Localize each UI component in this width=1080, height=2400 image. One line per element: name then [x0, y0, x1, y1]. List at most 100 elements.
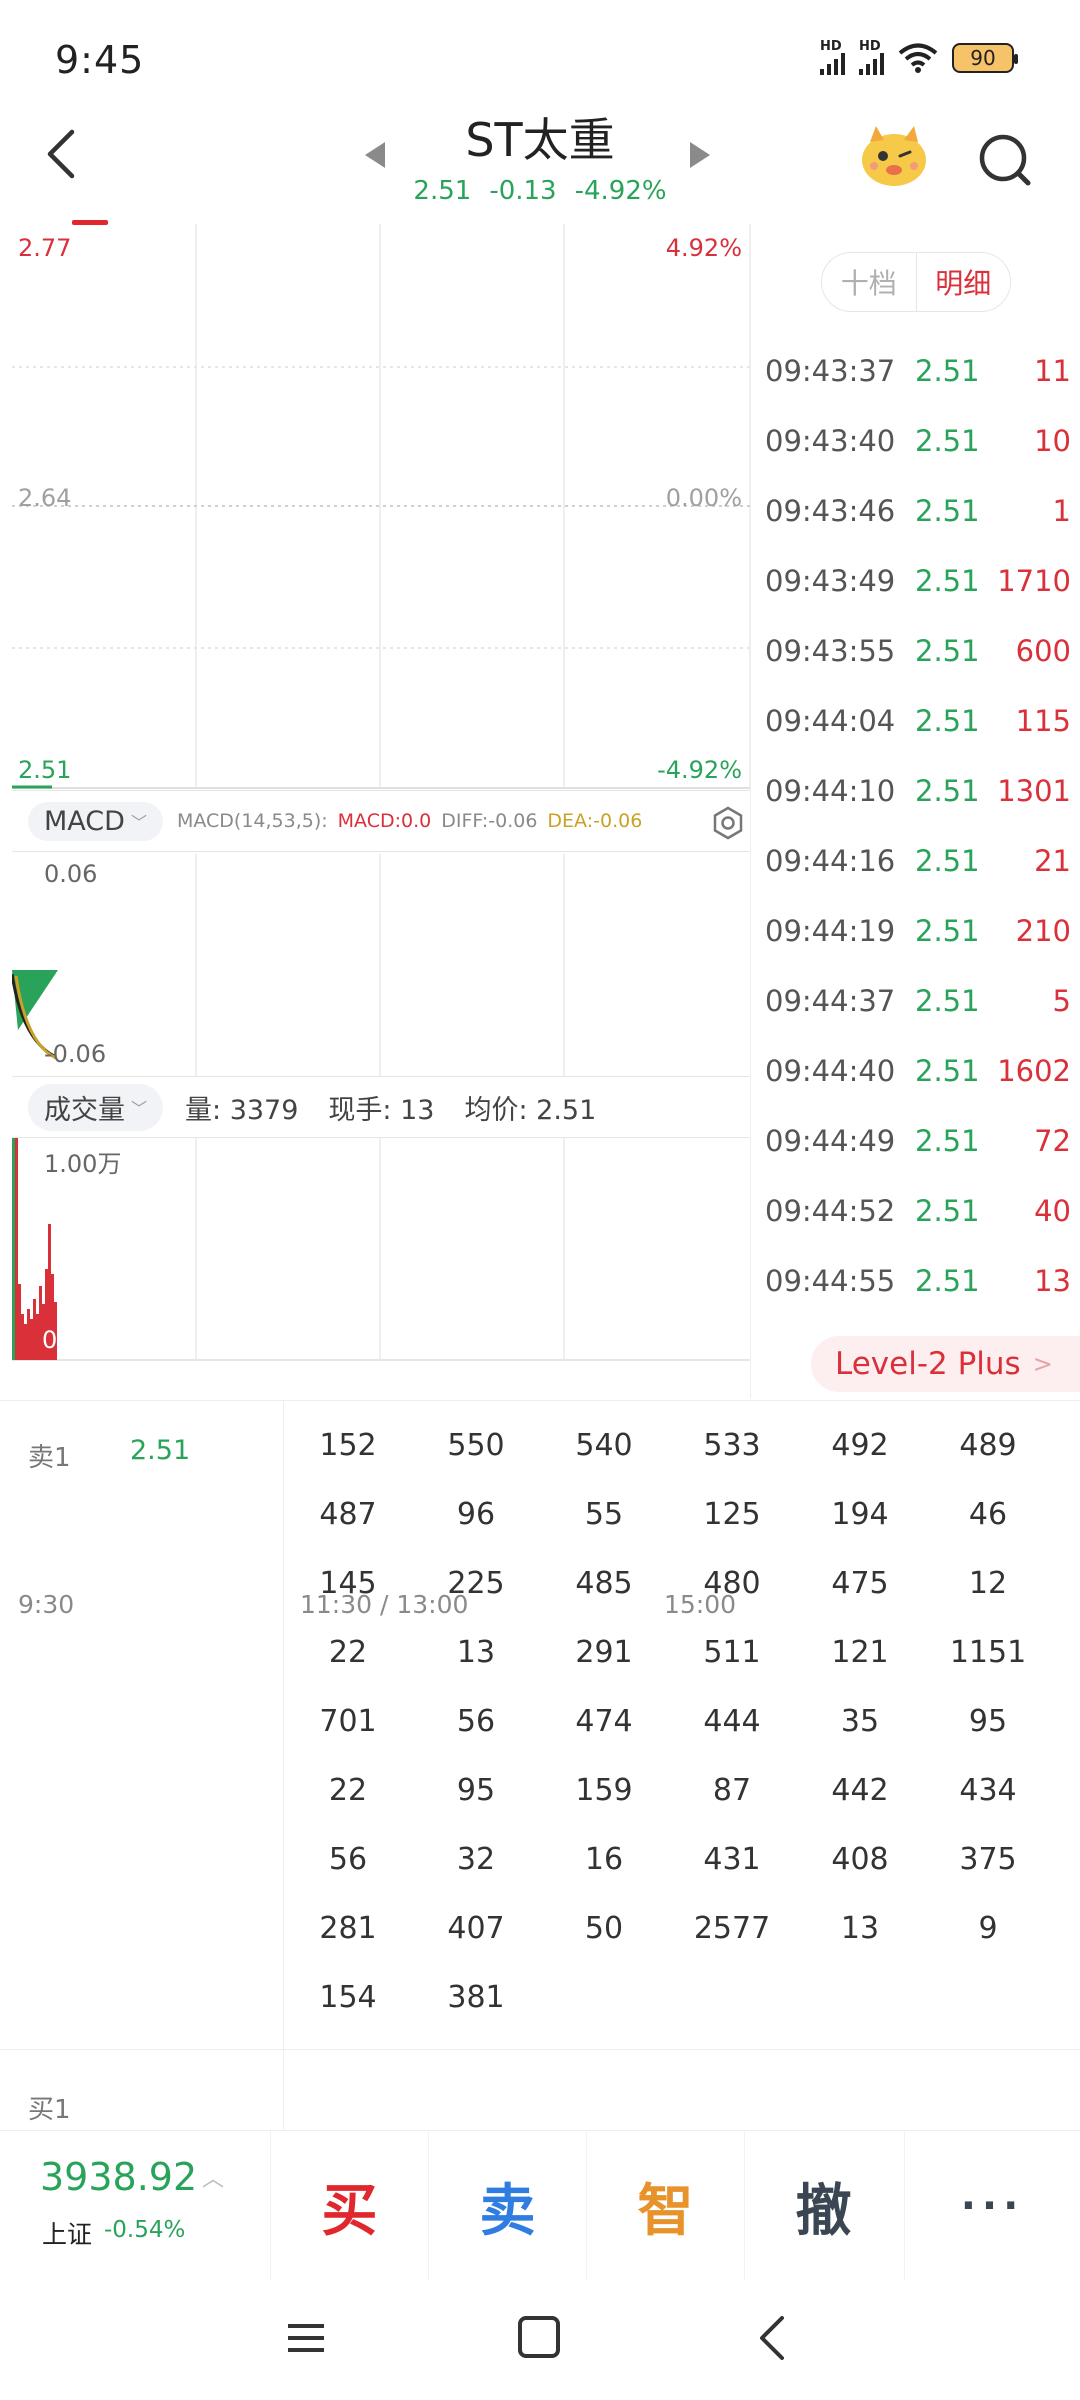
tick-row: 09:44:40 2.51 1602	[765, 1046, 1071, 1096]
queue-row: 22 13 291 511 121 1151	[284, 1618, 1080, 1687]
tick-vol: 40	[1034, 1194, 1071, 1228]
sell-button[interactable]: 卖	[428, 2131, 586, 2281]
queue-order: 152	[319, 1428, 377, 1463]
settings-icon[interactable]	[710, 805, 746, 841]
tick-vol: 1	[1052, 494, 1071, 528]
queue-order: 159	[575, 1773, 633, 1808]
buy1-label: 买1	[28, 2095, 71, 2125]
queue-row: 145 225 485 480 475 12	[284, 1549, 1080, 1618]
battery-icon: 90	[952, 42, 1018, 73]
queue-order: 194	[831, 1497, 889, 1532]
diff-value: DIFF:-0.06	[441, 810, 538, 832]
tick-time: 09:44:52	[765, 1194, 896, 1228]
tick-row: 09:43:46 2.51 1	[765, 486, 1071, 536]
tick-vol: 13	[1034, 1264, 1071, 1298]
queue-order: 474	[575, 1704, 633, 1739]
tick-vol: 1710	[997, 564, 1071, 598]
queue-order: 487	[319, 1497, 377, 1532]
queue-order: 442	[831, 1773, 889, 1808]
tick-vol: 10	[1034, 424, 1071, 458]
queue-order: 1151	[949, 1635, 1027, 1670]
macd-selector[interactable]: MACD ﹀	[28, 801, 163, 841]
queue-order: 408	[831, 1842, 889, 1877]
queue-order: 22	[328, 1635, 368, 1670]
cancel-order-button[interactable]: 撤	[744, 2131, 902, 2281]
queue-order: 96	[456, 1497, 496, 1532]
queue-order: 95	[456, 1773, 496, 1808]
quote-line: 2.51 -0.13 -4.92%	[350, 176, 730, 206]
buy-button[interactable]: 买	[270, 2131, 428, 2281]
queue-order: 281	[319, 1911, 377, 1946]
queue-row: 22 95 159 87 442 434	[284, 1756, 1080, 1825]
macd-value: MACD:0.0	[337, 810, 432, 832]
queue-row: 56 32 16 431 408 375	[284, 1825, 1080, 1894]
macd-toolbar: MACD ﹀ MACD(14,53,5): MACD:0.0 DIFF:-0.0…	[12, 790, 750, 852]
tab-ten-levels[interactable]: 十档	[822, 253, 917, 311]
next-stock-icon[interactable]	[690, 142, 710, 168]
queue-order: 55	[584, 1497, 624, 1532]
tick-time: 09:44:40	[765, 1054, 896, 1088]
more-button[interactable]: ···	[904, 2131, 1080, 2281]
tick-row: 09:44:52 2.51 40	[765, 1186, 1071, 1236]
volume-amount: 量: 3379	[185, 1094, 299, 1126]
smart-button[interactable]: 智	[586, 2131, 744, 2281]
stock-title-block: ST太重 2.51 -0.13 -4.92%	[350, 104, 730, 206]
status-icons: HD HD 90	[820, 40, 1018, 75]
sell1-price: 2.51	[130, 1435, 191, 1466]
tick-price: 2.51	[915, 424, 980, 458]
tick-price: 2.51	[915, 914, 980, 948]
queue-order: 95	[968, 1704, 1008, 1739]
tick-time: 09:43:49	[765, 564, 896, 598]
tick-row: 09:44:10 2.51 1301	[765, 766, 1071, 816]
level2-plus-button[interactable]: Level-2 Plus >	[811, 1336, 1080, 1392]
queue-grid: 152 550 540 533 492 489 487 96 55 125 194 46 145 225 4…	[284, 1411, 1080, 2032]
queue-order: 475	[831, 1566, 889, 1601]
tick-vol: 115	[1015, 704, 1071, 738]
queue-order: 50	[584, 1911, 624, 1946]
status-bar: 9:45 HD HD 90	[0, 0, 1080, 100]
tick-price: 2.51	[915, 634, 980, 668]
home-icon[interactable]	[518, 2316, 560, 2358]
level2-label: Level-2 Plus	[835, 1346, 1021, 1382]
tick-price: 2.51	[915, 1194, 980, 1228]
queue-order: 154	[319, 1980, 377, 2015]
queue-order: 56	[456, 1704, 496, 1739]
tab-detail[interactable]: 明细	[916, 253, 1010, 311]
volume-info: 量: 3379 现手: 13 均价: 2.51	[185, 1088, 596, 1127]
queue-order: 485	[575, 1566, 633, 1601]
tick-vol: 210	[1015, 914, 1071, 948]
volume-avg-price: 均价: 2.51	[464, 1094, 597, 1126]
queue-order: 12	[968, 1566, 1008, 1601]
search-icon[interactable]	[975, 130, 1035, 190]
queue-order: 381	[447, 1980, 505, 2015]
tick-price: 2.51	[915, 774, 980, 808]
tick-price: 2.51	[915, 1054, 980, 1088]
tick-row: 09:44:37 2.51 5	[765, 976, 1071, 1026]
queue-order: 291	[575, 1635, 633, 1670]
mascot-icon[interactable]	[858, 122, 930, 188]
volume-selector[interactable]: 成交量 ﹀	[28, 1083, 164, 1131]
pct-low-label: -4.92%	[657, 756, 742, 784]
queue-order: 480	[703, 1566, 761, 1601]
queue-row: 487 96 55 125 194 46	[284, 1480, 1080, 1549]
tick-time: 09:44:10	[765, 774, 896, 808]
tick-price: 2.51	[915, 1264, 980, 1298]
queue-order: 35	[840, 1704, 880, 1739]
index-name: 上证	[42, 2220, 93, 2249]
volume-top-label: 1.00万	[44, 1150, 122, 1178]
queue-order: 444	[703, 1704, 761, 1739]
back-nav-icon[interactable]	[752, 2314, 792, 2362]
chevron-down-icon: ﹀	[131, 1099, 148, 1118]
queue-order: 9	[978, 1911, 998, 1946]
tick-tab-switch: 十档 明细	[821, 252, 1011, 312]
tick-time: 09:44:04	[765, 704, 896, 738]
intraday-chart[interactable]: 2.77 4.92% 2.64 0.00% 2.51 -4.92% MACD ﹀…	[0, 224, 750, 1619]
status-time: 9:45	[55, 38, 145, 82]
menu-icon[interactable]	[286, 2318, 326, 2358]
macd-top-label: 0.06	[44, 860, 98, 888]
back-icon[interactable]	[38, 124, 88, 184]
pct-high-label: 4.92%	[665, 234, 742, 262]
queue-row: 154 381	[284, 1963, 1080, 2032]
queue-order: 121	[831, 1635, 889, 1670]
queue-order: 225	[447, 1566, 505, 1601]
